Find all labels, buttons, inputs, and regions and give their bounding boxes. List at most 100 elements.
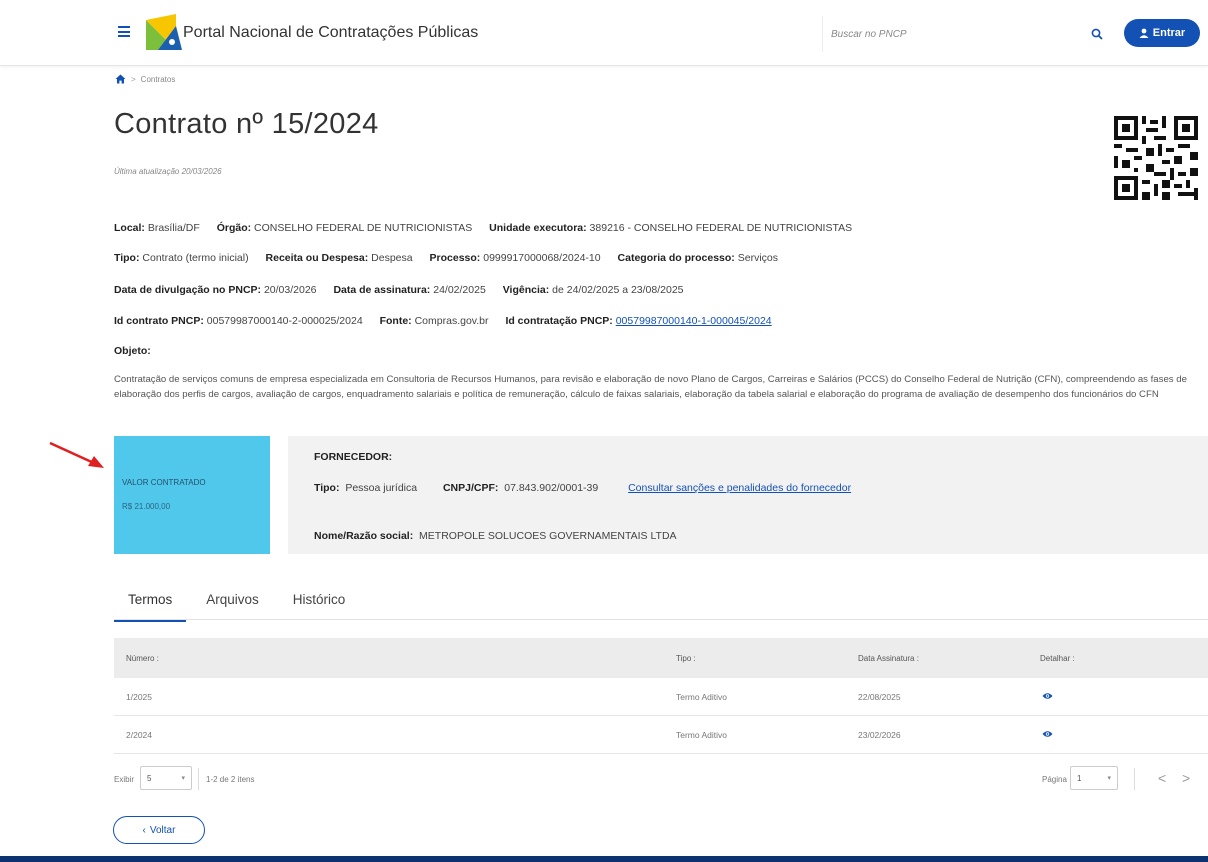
column-detalhar[interactable]: Detalhar : <box>1040 654 1208 663</box>
search-box <box>822 16 1112 52</box>
column-numero[interactable]: Número : <box>114 654 676 663</box>
local-label: Local: <box>114 222 145 234</box>
fornecedor-row: Tipo: Pessoa jurídica CNPJ/CPF: 07.843.9… <box>314 482 851 494</box>
chevron-down-icon: ▾ <box>181 775 185 782</box>
data-divulgacao-value: 20/03/2026 <box>263 284 317 296</box>
table-row: 2/2024 Termo Aditivo 23/02/2026 <box>114 716 1208 754</box>
tabs-divider <box>114 619 1208 620</box>
cell-numero: 2/2024 <box>126 729 152 740</box>
home-icon[interactable] <box>115 74 126 84</box>
vigencia-label: Vigência: <box>502 284 550 296</box>
breadcrumb: > Contratos <box>115 74 175 84</box>
login-label: Entrar <box>1152 27 1186 39</box>
unidade-value: 389216 - CONSELHO FEDERAL DE NUTRICIONIS… <box>589 222 853 234</box>
orgao-label: Órgão: <box>216 222 252 234</box>
termos-table: Número : Tipo : Data Assinatura : Detalh… <box>114 638 1208 754</box>
page-value: 1 <box>1077 774 1082 783</box>
consultar-sancoes-link[interactable]: Consultar sanções e penalidades do forne… <box>628 482 851 494</box>
data-assinatura-value: 24/02/2025 <box>433 284 486 296</box>
processo-value: 0999917000068/2024-10 <box>483 252 601 264</box>
exibir-label: Exibir <box>114 775 135 784</box>
red-annotation-arrow-icon <box>49 441 104 468</box>
cell-data: 23/02/2026 <box>858 729 901 740</box>
voltar-label: Voltar <box>149 824 176 836</box>
chevron-down-icon: ▾ <box>1107 775 1111 782</box>
orgao-value: CONSELHO FEDERAL DE NUTRICIONISTAS <box>254 222 473 234</box>
table-row: 1/2025 Termo Aditivo 22/08/2025 <box>114 678 1208 716</box>
tab-arquivos[interactable]: Arquivos <box>192 588 273 622</box>
cell-tipo: Termo Aditivo <box>676 729 728 740</box>
page-size-select[interactable]: 5 ▾ <box>140 766 192 790</box>
details-row-4: Id contrato PNCP: 00579987000140-2-00002… <box>114 315 786 327</box>
cnpj-value: 07.843.902/0001-39 <box>504 482 599 494</box>
portal-title[interactable]: Portal Nacional de Contratações Públicas <box>183 24 478 42</box>
categoria-value: Serviços <box>737 252 778 264</box>
voltar-button[interactable]: ‹ Voltar <box>113 816 205 844</box>
pagina-label: Página <box>1042 775 1067 784</box>
items-count: 1-2 de 2 itens <box>206 775 255 784</box>
tab-termos[interactable]: Termos <box>114 588 187 622</box>
valor-value: R$ 21.000,00 <box>122 502 171 511</box>
footer-bar <box>0 856 1208 862</box>
vigencia-value: de 24/02/2025 a 23/08/2025 <box>552 284 684 296</box>
last-updated-text: Última atualização 20/03/2026 <box>114 167 222 176</box>
id-contrato-value: 00579987000140-2-000025/2024 <box>206 315 363 327</box>
tabs: Termos Arquivos Histórico <box>114 588 365 622</box>
column-data-assinatura[interactable]: Data Assinatura : <box>858 654 1040 663</box>
search-icon[interactable] <box>1091 28 1103 40</box>
hamburger-menu-icon[interactable] <box>118 26 130 37</box>
qr-code <box>1110 112 1202 204</box>
id-contratacao-link[interactable]: 00579987000140-1-000045/2024 <box>616 315 772 327</box>
breadcrumb-contratos[interactable]: Contratos <box>141 75 176 84</box>
valor-label: VALOR CONTRATADO <box>122 478 206 487</box>
razao-social-row: Nome/Razão social: METROPOLE SOLUCOES GO… <box>314 530 677 542</box>
receita-value: Despesa <box>371 252 413 264</box>
eye-icon[interactable] <box>1042 692 1053 700</box>
pagination: Exibir 5 ▾ 1-2 de 2 itens Página 1 ▾ < > <box>114 766 1208 794</box>
id-contrato-label: Id contrato PNCP: <box>114 315 204 327</box>
local-value: Brasília/DF <box>147 222 200 234</box>
fornecedor-tipo-value: Pessoa jurídica <box>345 482 418 494</box>
pncp-logo[interactable] <box>146 14 182 50</box>
receita-label: Receita ou Despesa: <box>265 252 369 264</box>
top-header: Portal Nacional de Contratações Públicas… <box>0 0 1208 66</box>
login-button[interactable]: Entrar <box>1124 19 1200 47</box>
valor-contratado-card: VALOR CONTRATADO R$ 21.000,00 <box>114 436 270 554</box>
page-title: Contrato nº 15/2024 <box>114 108 379 140</box>
cell-numero: 1/2025 <box>126 691 152 702</box>
fonte-label: Fonte: <box>379 315 412 327</box>
prev-page-button[interactable]: < <box>1158 770 1166 786</box>
details-row-3: Data de divulgação no PNCP: 20/03/2026 D… <box>114 284 698 296</box>
processo-label: Processo: <box>429 252 481 264</box>
objeto-text: Contratação de serviços comuns de empres… <box>114 374 1187 400</box>
tab-historico[interactable]: Histórico <box>279 588 360 622</box>
cell-tipo: Termo Aditivo <box>676 691 728 702</box>
data-divulgacao-label: Data de divulgação no PNCP: <box>114 284 262 296</box>
data-assinatura-label: Data de assinatura: <box>333 284 431 296</box>
user-icon <box>1139 28 1149 38</box>
eye-icon[interactable] <box>1042 730 1053 738</box>
fornecedor-title: FORNECEDOR: <box>314 451 393 463</box>
details-row-2: Tipo: Contrato (termo inicial) Receita o… <box>114 252 792 264</box>
categoria-label: Categoria do processo: <box>617 252 735 264</box>
pager-divider <box>198 768 199 790</box>
search-input[interactable] <box>831 24 1071 44</box>
id-contratacao-label: Id contratação PNCP: <box>505 315 613 327</box>
pager-divider <box>1134 768 1135 790</box>
chevron-left-icon: ‹ <box>142 824 146 836</box>
page-select[interactable]: 1 ▾ <box>1070 766 1118 790</box>
fornecedor-panel: FORNECEDOR: Tipo: Pessoa jurídica CNPJ/C… <box>288 436 1208 554</box>
column-tipo[interactable]: Tipo : <box>676 654 858 663</box>
cell-detalhar <box>1040 730 1208 740</box>
nome-value: METROPOLE SOLUCOES GOVERNAMENTAIS LTDA <box>419 530 677 542</box>
cell-data: 22/08/2025 <box>858 691 901 702</box>
breadcrumb-separator: > <box>131 74 136 84</box>
tipo-value: Contrato (termo inicial) <box>142 252 249 264</box>
page-size-value: 5 <box>147 774 152 783</box>
fonte-value: Compras.gov.br <box>414 315 489 327</box>
cnpj-label: CNPJ/CPF: <box>442 482 499 494</box>
next-page-button[interactable]: > <box>1182 770 1190 786</box>
tipo-label: Tipo: <box>114 252 140 264</box>
details-row-1: Local: Brasília/DF Órgão: CONSELHO FEDER… <box>114 222 866 234</box>
objeto-label: Objeto: <box>114 345 151 357</box>
